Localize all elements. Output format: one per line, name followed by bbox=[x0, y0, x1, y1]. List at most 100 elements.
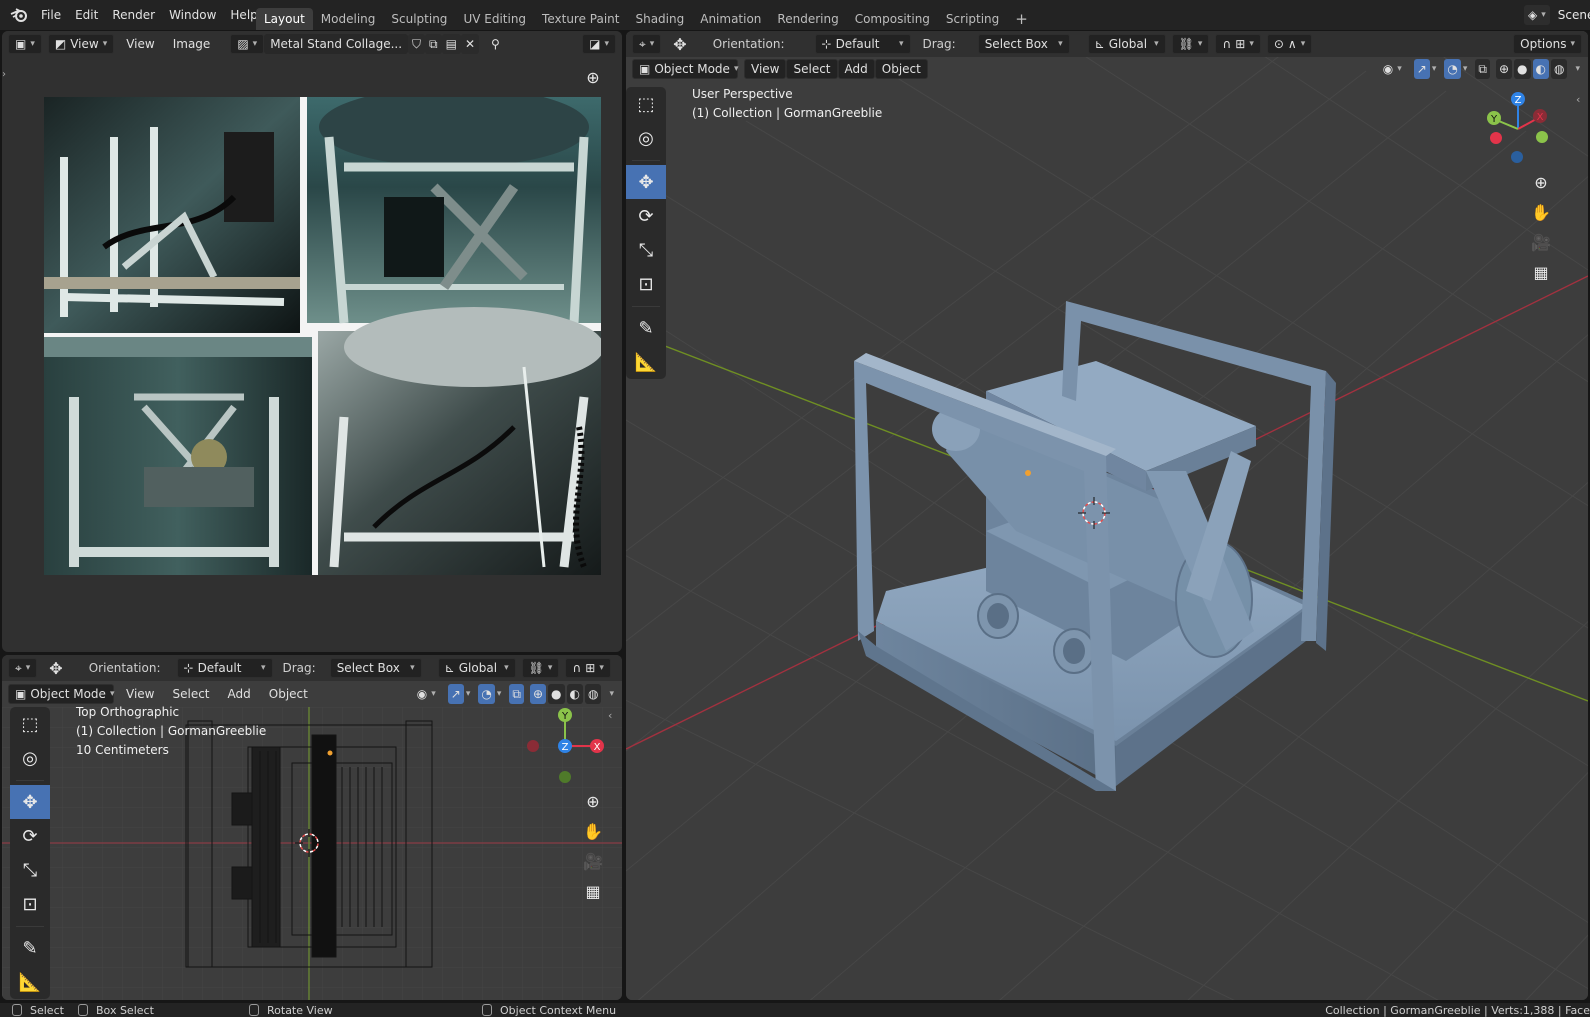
options-dropdown[interactable]: Options ▾ bbox=[1513, 34, 1582, 54]
pivot-dropdown[interactable]: ⛓ ▾ bbox=[521, 658, 560, 678]
rendered-shading-icon[interactable]: ◍ bbox=[1550, 59, 1568, 79]
object-mode-dropdown[interactable]: ▣ Object Mode ▾ bbox=[8, 684, 114, 704]
editor-type-button[interactable]: ▣ ▾ bbox=[8, 34, 42, 54]
main-viewport-canvas[interactable] bbox=[626, 31, 1588, 1000]
drag-dropdown[interactable]: Select Box ▾ bbox=[329, 658, 422, 678]
object-mode-dropdown[interactable]: ▣ Object Mode ▾ bbox=[632, 59, 738, 79]
display-channels-button[interactable]: ◪ ▾ bbox=[582, 34, 616, 54]
cursor-tool-icon[interactable]: ◎ bbox=[626, 121, 666, 155]
menu-add[interactable]: Add bbox=[837, 59, 875, 79]
sidebar-toggle-arrow-icon[interactable]: ‹ bbox=[608, 709, 612, 722]
menu-window[interactable]: Window bbox=[162, 0, 223, 30]
menu-select[interactable]: Select bbox=[786, 59, 838, 79]
menu-image[interactable]: Image bbox=[167, 34, 217, 54]
shading-dropdown[interactable]: ▾ bbox=[607, 684, 616, 704]
new-image-icon[interactable]: ⧉ bbox=[425, 34, 442, 54]
xray-toggle[interactable]: ⧉ bbox=[1475, 59, 1490, 79]
zoom-icon[interactable]: ⊕ bbox=[580, 64, 606, 90]
image-browse-button[interactable]: ▨ ▾ bbox=[230, 34, 265, 54]
overlays-dropdown[interactable]: ▾ bbox=[495, 684, 504, 704]
image-canvas[interactable] bbox=[44, 97, 601, 575]
visibility-dropdown[interactable]: ◉ ▾ bbox=[411, 684, 442, 704]
tab-texture-paint[interactable]: Texture Paint bbox=[534, 8, 627, 30]
orientation-dropdown[interactable]: ⊹ Default ▾ bbox=[176, 658, 273, 678]
tab-animation[interactable]: Animation bbox=[692, 8, 769, 30]
scene-name-field[interactable]: Scene bbox=[1558, 8, 1590, 22]
tab-rendering[interactable]: Rendering bbox=[769, 8, 846, 30]
visibility-dropdown[interactable]: ◉ ▾ bbox=[1377, 59, 1408, 79]
solid-shading-icon[interactable]: ● bbox=[1514, 59, 1531, 79]
snap-dropdown[interactable]: ∩ ⊞ ▾ bbox=[1215, 34, 1261, 54]
image-name-field[interactable]: Metal Stand Collage... bbox=[264, 34, 409, 54]
tab-scripting[interactable]: Scripting bbox=[938, 8, 1007, 30]
rendered-shading-icon[interactable]: ◍ bbox=[584, 684, 602, 704]
select-box-tool-icon[interactable]: ⬚ bbox=[10, 707, 50, 741]
drag-dropdown[interactable]: Select Box ▾ bbox=[977, 34, 1070, 54]
camera-view-icon[interactable]: 🎥 bbox=[1528, 229, 1554, 255]
transform-tool-icon[interactable]: ⊡ bbox=[626, 267, 666, 301]
hand-pan-icon[interactable]: ✋ bbox=[1528, 199, 1554, 225]
zoom-icon[interactable]: ⊕ bbox=[1528, 169, 1554, 195]
scale-tool-icon[interactable]: ⤡ bbox=[10, 853, 50, 887]
move-tool-icon[interactable]: ✥ bbox=[626, 165, 666, 199]
add-workspace-button[interactable]: + bbox=[1007, 8, 1036, 30]
overlays-dropdown[interactable]: ▾ bbox=[1461, 59, 1470, 79]
scale-tool-icon[interactable]: ⤡ bbox=[626, 233, 666, 267]
tab-layout[interactable]: Layout bbox=[256, 8, 313, 30]
transform-space-dropdown[interactable]: ⊾ Global ▾ bbox=[437, 658, 516, 678]
gizmo-dropdown[interactable]: ▾ bbox=[464, 684, 473, 704]
menu-render[interactable]: Render bbox=[105, 0, 162, 30]
tab-compositing[interactable]: Compositing bbox=[847, 8, 938, 30]
menu-select[interactable]: Select bbox=[166, 684, 215, 704]
rotate-tool-icon[interactable]: ⟳ bbox=[626, 199, 666, 233]
tab-sculpting[interactable]: Sculpting bbox=[383, 8, 455, 30]
wireframe-shading-icon[interactable]: ⊕ bbox=[1495, 59, 1513, 79]
transform-tool-icon[interactable]: ✥ bbox=[667, 34, 692, 54]
annotate-tool-icon[interactable]: ✎ bbox=[10, 931, 50, 965]
pivot-dropdown[interactable]: ⛓ ▾ bbox=[1171, 34, 1210, 54]
menu-view[interactable]: View bbox=[744, 59, 787, 79]
editor-type-button[interactable]: ⌖ ▾ bbox=[8, 658, 38, 678]
overlays-toggle[interactable]: ◔ bbox=[478, 684, 495, 704]
editor-type-button[interactable]: ⌖ ▾ bbox=[632, 34, 662, 54]
solid-shading-icon[interactable]: ● bbox=[548, 684, 565, 704]
open-image-icon[interactable]: ▤ bbox=[441, 34, 461, 54]
material-shading-icon[interactable]: ◐ bbox=[566, 684, 583, 704]
annotate-tool-icon[interactable]: ✎ bbox=[626, 311, 666, 345]
sidebar-toggle-arrow-icon[interactable]: ‹ bbox=[1576, 93, 1580, 106]
xray-toggle[interactable]: ⧉ bbox=[509, 684, 524, 704]
camera-view-icon[interactable]: 🎥 bbox=[580, 848, 606, 874]
perspective-toggle-icon[interactable]: ▦ bbox=[1528, 259, 1554, 285]
menu-add[interactable]: Add bbox=[222, 684, 257, 704]
transform-space-dropdown[interactable]: ⊾ Global ▾ bbox=[1087, 34, 1166, 54]
rotate-tool-icon[interactable]: ⟳ bbox=[10, 819, 50, 853]
navigation-gizmo[interactable]: Y Z X bbox=[526, 705, 614, 785]
menu-image-view[interactable]: View bbox=[120, 34, 160, 54]
move-tool-icon[interactable]: ✥ bbox=[10, 785, 50, 819]
shading-dropdown[interactable]: ▾ bbox=[1573, 59, 1582, 79]
tab-shading[interactable]: Shading bbox=[627, 8, 692, 30]
snap-dropdown[interactable]: ∩ ⊞ ▾ bbox=[565, 658, 611, 678]
menu-view[interactable]: View bbox=[120, 684, 160, 704]
sidebar-toggle-arrow-icon[interactable]: › bbox=[2, 69, 6, 80]
view-mode-dropdown[interactable]: ◩ View ▾ bbox=[47, 34, 115, 54]
transform-tool-icon[interactable]: ⊡ bbox=[10, 887, 50, 921]
ortho-grid-icon[interactable]: ▦ bbox=[580, 878, 606, 904]
measure-tool-icon[interactable]: 📐 bbox=[10, 965, 50, 999]
wireframe-shading-icon[interactable]: ⊕ bbox=[529, 684, 547, 704]
fake-user-shield-icon[interactable]: ⛉ bbox=[408, 34, 426, 54]
menu-object[interactable]: Object bbox=[263, 684, 314, 704]
menu-object[interactable]: Object bbox=[874, 59, 928, 79]
blender-logo-icon[interactable] bbox=[4, 0, 34, 30]
proportional-edit-dropdown[interactable]: ⊙ ∧ ▾ bbox=[1266, 34, 1313, 54]
tab-uv-editing[interactable]: UV Editing bbox=[455, 8, 534, 30]
overlays-toggle[interactable]: ◔ bbox=[1444, 59, 1461, 79]
scene-selector-button[interactable]: ◈ ▾ bbox=[1524, 5, 1550, 25]
gizmo-toggle[interactable]: ↗ bbox=[447, 684, 464, 704]
orientation-dropdown[interactable]: ⊹ Default ▾ bbox=[814, 34, 911, 54]
measure-tool-icon[interactable]: 📐 bbox=[626, 345, 666, 379]
hand-pan-icon[interactable]: ✋ bbox=[580, 818, 606, 844]
pin-icon[interactable]: ⚲ bbox=[485, 34, 506, 54]
navigation-gizmo[interactable]: Z Y X bbox=[1482, 89, 1562, 167]
unlink-close-icon[interactable]: ✕ bbox=[460, 34, 480, 54]
